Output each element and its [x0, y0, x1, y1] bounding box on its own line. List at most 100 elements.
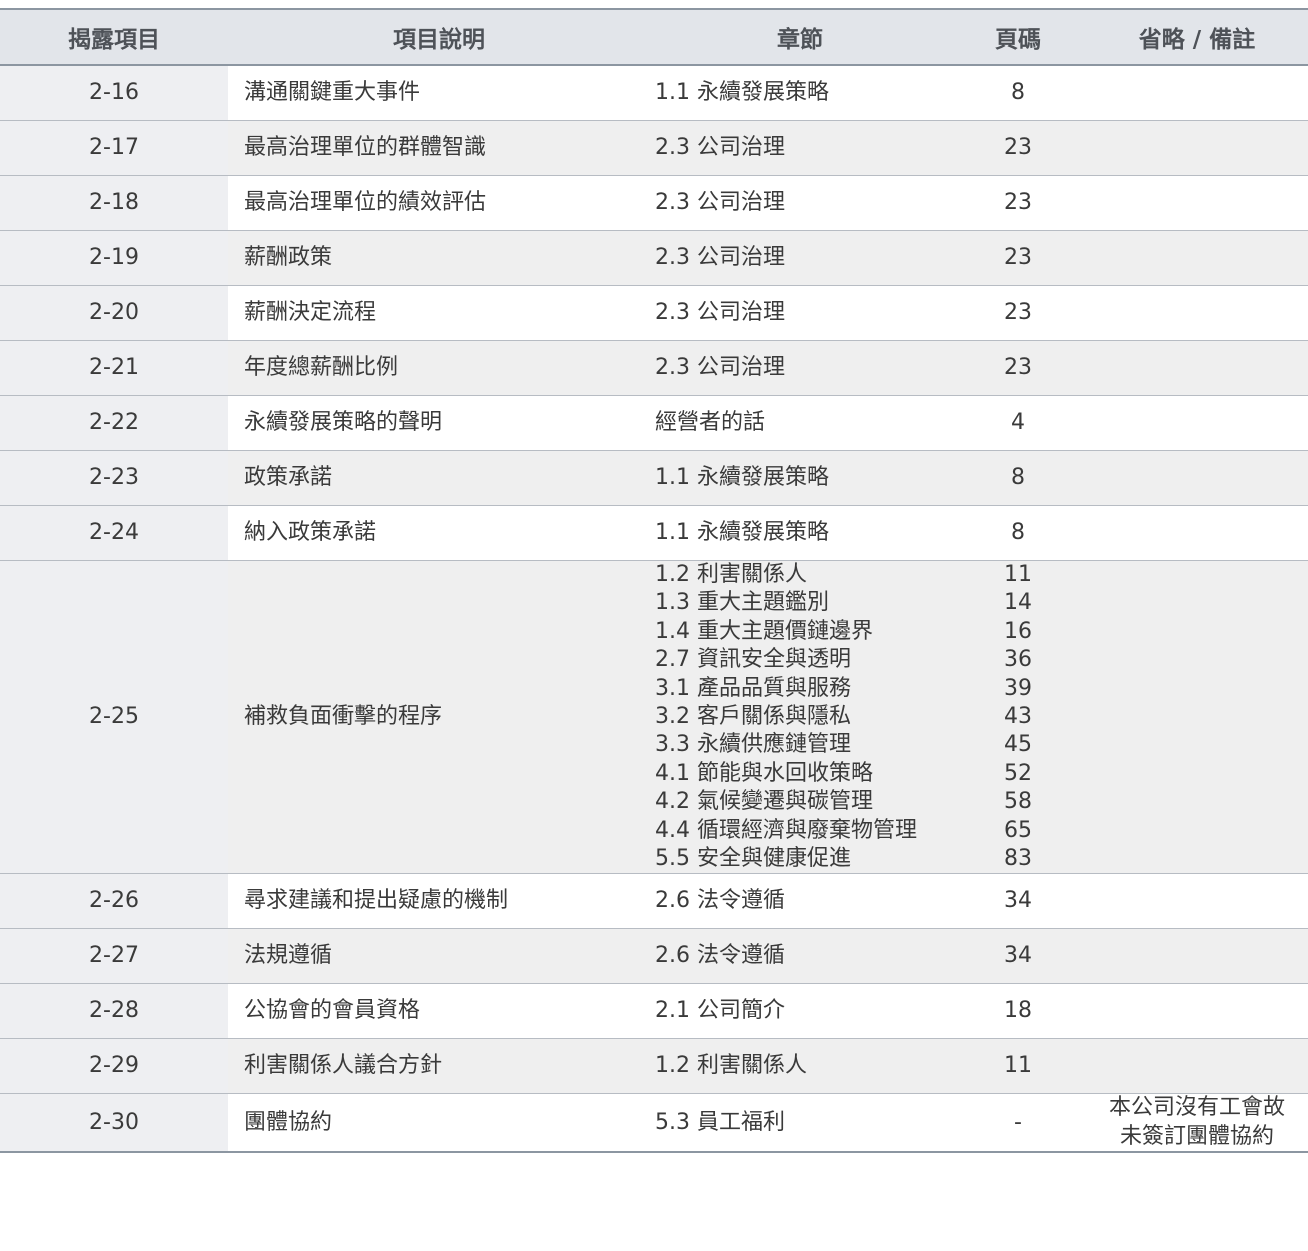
- row-page: 23: [950, 120, 1086, 176]
- page-line: 58: [1004, 789, 1032, 815]
- table-row: 2-22 永續發展策略的聲明 經營者的話 4: [0, 395, 1308, 451]
- page-line: 16: [1004, 618, 1032, 644]
- row-code: 2-18: [0, 175, 228, 231]
- table-header: 揭露項目 項目說明 章節 頁碼 省略 / 備註: [0, 9, 1308, 66]
- row-chapter: 1.1 永續發展策略: [650, 65, 950, 121]
- row-code: 2-27: [0, 928, 228, 985]
- row-code: 2-17: [0, 120, 228, 176]
- row-description: 公協會的會員資格: [228, 983, 650, 1040]
- row-code: 2-30: [0, 1093, 228, 1153]
- chapter-line: 3.1 產品品質與服務: [655, 675, 851, 701]
- note-line: 未簽訂團體協約: [1119, 1123, 1274, 1149]
- row-code: 2-26: [0, 873, 228, 930]
- header-page: 頁碼: [950, 9, 1086, 66]
- row-chapter: 5.3 員工福利: [650, 1093, 950, 1153]
- note-line: 本公司沒有工會故: [1108, 1095, 1285, 1121]
- row-note: [1086, 230, 1308, 286]
- row-description: 政策承諾: [228, 450, 650, 506]
- row-chapter: 經營者的話: [650, 395, 950, 451]
- row-page: -: [950, 1093, 1086, 1153]
- chapter-line: 1.2 利害關係人: [655, 562, 807, 587]
- row-code: 2-20: [0, 285, 228, 341]
- row-chapter: 2.3 公司治理: [650, 175, 950, 231]
- chapter-line: 2.7 資訊安全與透明: [655, 647, 851, 673]
- table-row: 2-18 最高治理單位的績效評估 2.3 公司治理 23: [0, 175, 1308, 231]
- row-description: 年度總薪酬比例: [228, 340, 650, 396]
- row-description: 團體協約: [228, 1093, 650, 1153]
- chapter-line: 4.1 節能與水回收策略: [655, 760, 873, 786]
- header-note: 省略 / 備註: [1086, 9, 1308, 66]
- table-row: 2-27 法規遵循 2.6 法令遵循 34: [0, 928, 1308, 985]
- row-note: [1086, 928, 1308, 985]
- header-code: 揭露項目: [0, 9, 228, 66]
- row-note: [1086, 873, 1308, 930]
- row-chapter: 2.6 法令遵循: [650, 928, 950, 985]
- table-row: 2-29 利害關係人議合方針 1.2 利害關係人 11: [0, 1038, 1308, 1095]
- row-note: [1086, 340, 1308, 396]
- header-description: 項目說明: [228, 9, 650, 66]
- row-note: [1086, 560, 1308, 875]
- row-description: 薪酬決定流程: [228, 285, 650, 341]
- row-chapter: 2.3 公司治理: [650, 230, 950, 286]
- row-chapter: 2.1 公司簡介: [650, 983, 950, 1040]
- row-description: 最高治理單位的績效評估: [228, 175, 650, 231]
- table-row: 2-23 政策承諾 1.1 永續發展策略 8: [0, 450, 1308, 506]
- row-note: 本公司沒有工會故 未簽訂團體協約: [1086, 1093, 1308, 1153]
- page-line: 43: [1004, 704, 1032, 730]
- row-note: [1086, 65, 1308, 121]
- page-line: 45: [1004, 732, 1032, 758]
- table-row: 2-28 公協會的會員資格 2.1 公司簡介 18: [0, 983, 1308, 1040]
- row-chapter: 1.1 永續發展策略: [650, 450, 950, 506]
- chapter-line: 5.5 安全與健康促進: [655, 846, 851, 872]
- row-code: 2-29: [0, 1038, 228, 1095]
- chapter-line: 4.2 氣候變遷與碳管理: [655, 789, 873, 815]
- table-row-2-30: 2-30 團體協約 5.3 員工福利 - 本公司沒有工會故 未簽訂團體協約: [0, 1093, 1308, 1153]
- row-code: 2-22: [0, 395, 228, 451]
- row-page: 23: [950, 340, 1086, 396]
- page-line: 65: [1004, 817, 1032, 843]
- row-description: 法規遵循: [228, 928, 650, 985]
- row-code: 2-16: [0, 65, 228, 121]
- row-note: [1086, 1038, 1308, 1095]
- row-chapter: 2.3 公司治理: [650, 285, 950, 341]
- page-line: 36: [1004, 647, 1032, 673]
- chapter-line: 4.4 循環經濟與廢棄物管理: [655, 817, 917, 843]
- header-row: 揭露項目 項目說明 章節 頁碼 省略 / 備註: [0, 9, 1308, 66]
- row-description: 溝通關鍵重大事件: [228, 65, 650, 121]
- table-row: 2-20 薪酬決定流程 2.3 公司治理 23: [0, 285, 1308, 341]
- chapter-line: 1.4 重大主題價鏈邊界: [655, 618, 873, 644]
- row-note: [1086, 983, 1308, 1040]
- row-description: 尋求建議和提出疑慮的機制: [228, 873, 650, 930]
- row-page: 23: [950, 175, 1086, 231]
- row-description: 納入政策承諾: [228, 505, 650, 561]
- page-line: 11: [1004, 562, 1032, 587]
- table-row: 2-19 薪酬政策 2.3 公司治理 23: [0, 230, 1308, 286]
- table-row: 2-21 年度總薪酬比例 2.3 公司治理 23: [0, 340, 1308, 396]
- row-note: [1086, 175, 1308, 231]
- table-row: 2-26 尋求建議和提出疑慮的機制 2.6 法令遵循 34: [0, 873, 1308, 930]
- table-row: 2-24 納入政策承諾 1.1 永續發展策略 8: [0, 505, 1308, 561]
- table-body: 2-16 溝通關鍵重大事件 1.1 永續發展策略 8 2-17 最高治理單位的群…: [0, 65, 1308, 1153]
- page-line: 39: [1004, 675, 1032, 701]
- row-page: 18: [950, 983, 1086, 1040]
- row-chapter-list: 1.2 利害關係人 1.3 重大主題鑑別 1.4 重大主題價鏈邊界 2.7 資訊…: [650, 560, 950, 875]
- row-note: [1086, 285, 1308, 341]
- gri-index-table: 揭露項目 項目說明 章節 頁碼 省略 / 備註 2-16 溝通關鍵重大事件 1.…: [0, 8, 1308, 1154]
- row-page: 23: [950, 285, 1086, 341]
- page-line: 14: [1004, 590, 1032, 616]
- row-note: [1086, 450, 1308, 506]
- row-code: 2-28: [0, 983, 228, 1040]
- chapter-line: 1.3 重大主題鑑別: [655, 590, 829, 616]
- chapter-line: 3.3 永續供應鏈管理: [655, 732, 851, 758]
- row-page: 4: [950, 395, 1086, 451]
- table-row-2-25: 2-25 補救負面衝擊的程序 1.2 利害關係人 1.3 重大主題鑑別 1.4 …: [0, 560, 1308, 875]
- page-line: 83: [1004, 846, 1032, 872]
- row-description: 永續發展策略的聲明: [228, 395, 650, 451]
- row-chapter: 2.3 公司治理: [650, 120, 950, 176]
- row-code: 2-25: [0, 560, 228, 875]
- row-page: 8: [950, 65, 1086, 121]
- row-description: 補救負面衝擊的程序: [228, 560, 650, 875]
- row-page: 23: [950, 230, 1086, 286]
- table-row: 2-16 溝通關鍵重大事件 1.1 永續發展策略 8: [0, 65, 1308, 121]
- row-code: 2-24: [0, 505, 228, 561]
